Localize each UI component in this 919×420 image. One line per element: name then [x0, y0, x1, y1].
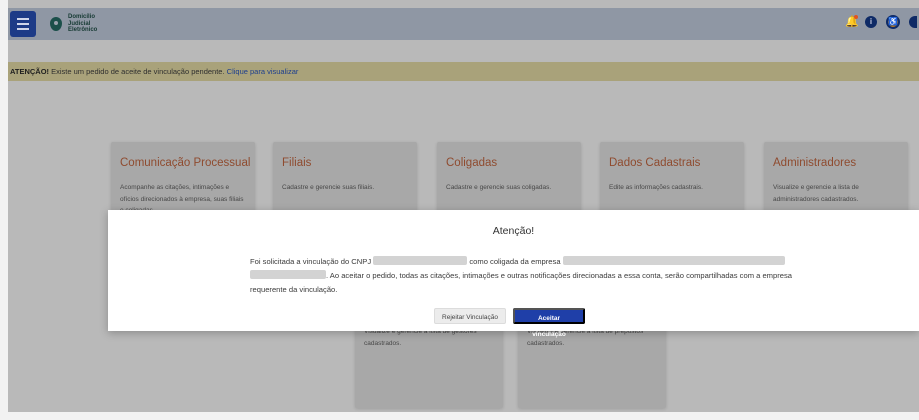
alert-text: Existe um pedido de aceite de vinculação…	[49, 67, 227, 76]
modal-text-part3: . Ao aceitar o pedido, todas as citações…	[250, 271, 793, 294]
modal-body: Foi solicitada a vinculação do CNPJ como…	[250, 255, 810, 297]
bell-icon[interactable]: 🔔	[845, 15, 859, 28]
logo-line-3: Eletrônico	[68, 27, 98, 34]
redacted-company-name	[562, 256, 785, 265]
alert-view-link[interactable]: Clique para visualizar	[227, 67, 299, 76]
card-desc: Edite as informações cadastrais.	[609, 184, 703, 191]
modal-text-part1: Foi solicitada a vinculação do CNPJ	[250, 257, 374, 266]
logo[interactable]: Domicílio Judicial Eletrônico	[50, 14, 97, 34]
card-desc: Cadastre e gerencie suas filiais.	[282, 184, 375, 191]
redacted-cnpj	[373, 256, 468, 265]
info-icon[interactable]: i	[865, 16, 877, 28]
top-bar: Domicílio Judicial Eletrônico 🔔 i ♿	[8, 8, 919, 40]
notification-dot	[854, 15, 858, 19]
modal-text-part2: como coligada da empresa	[467, 257, 563, 266]
accessibility-icon[interactable]: ♿	[886, 15, 900, 29]
card-title: Filiais	[282, 157, 312, 169]
hamburger-icon[interactable]	[10, 11, 36, 37]
accept-link-button[interactable]: Aceitar vinculação	[513, 308, 585, 338]
card-title: Dados Cadastrais	[609, 157, 701, 169]
modal-title: Atenção!	[492, 225, 535, 237]
header-icons: 🔔 i ♿	[845, 15, 917, 29]
card-title: Coligadas	[446, 157, 498, 169]
card-desc: Cadastre e gerencie suas coligadas.	[446, 184, 552, 191]
link-request-modal: Atenção! Foi solicitada a vinculação do …	[108, 210, 919, 338]
logo-icon	[50, 17, 62, 31]
card-title: Administradores	[773, 157, 857, 169]
user-icon[interactable]	[909, 16, 917, 28]
card-desc: Visualize e gerencie a lista de administ…	[773, 184, 859, 203]
card-title: Comunicação Processual	[120, 157, 251, 169]
redacted-company-name-cont	[250, 270, 326, 279]
alert-strong: ATENÇÃO!	[10, 67, 50, 76]
bottom-margin	[0, 412, 919, 420]
reject-link-button[interactable]: Rejeitar Vinculação	[434, 308, 506, 324]
left-margin	[0, 0, 8, 420]
logo-text: Domicílio Judicial Eletrônico	[68, 14, 97, 34]
logo-line-1: Domicílio	[68, 14, 96, 21]
pending-link-alert: ATENÇÃO! Existe um pedido de aceite de v…	[8, 62, 919, 81]
